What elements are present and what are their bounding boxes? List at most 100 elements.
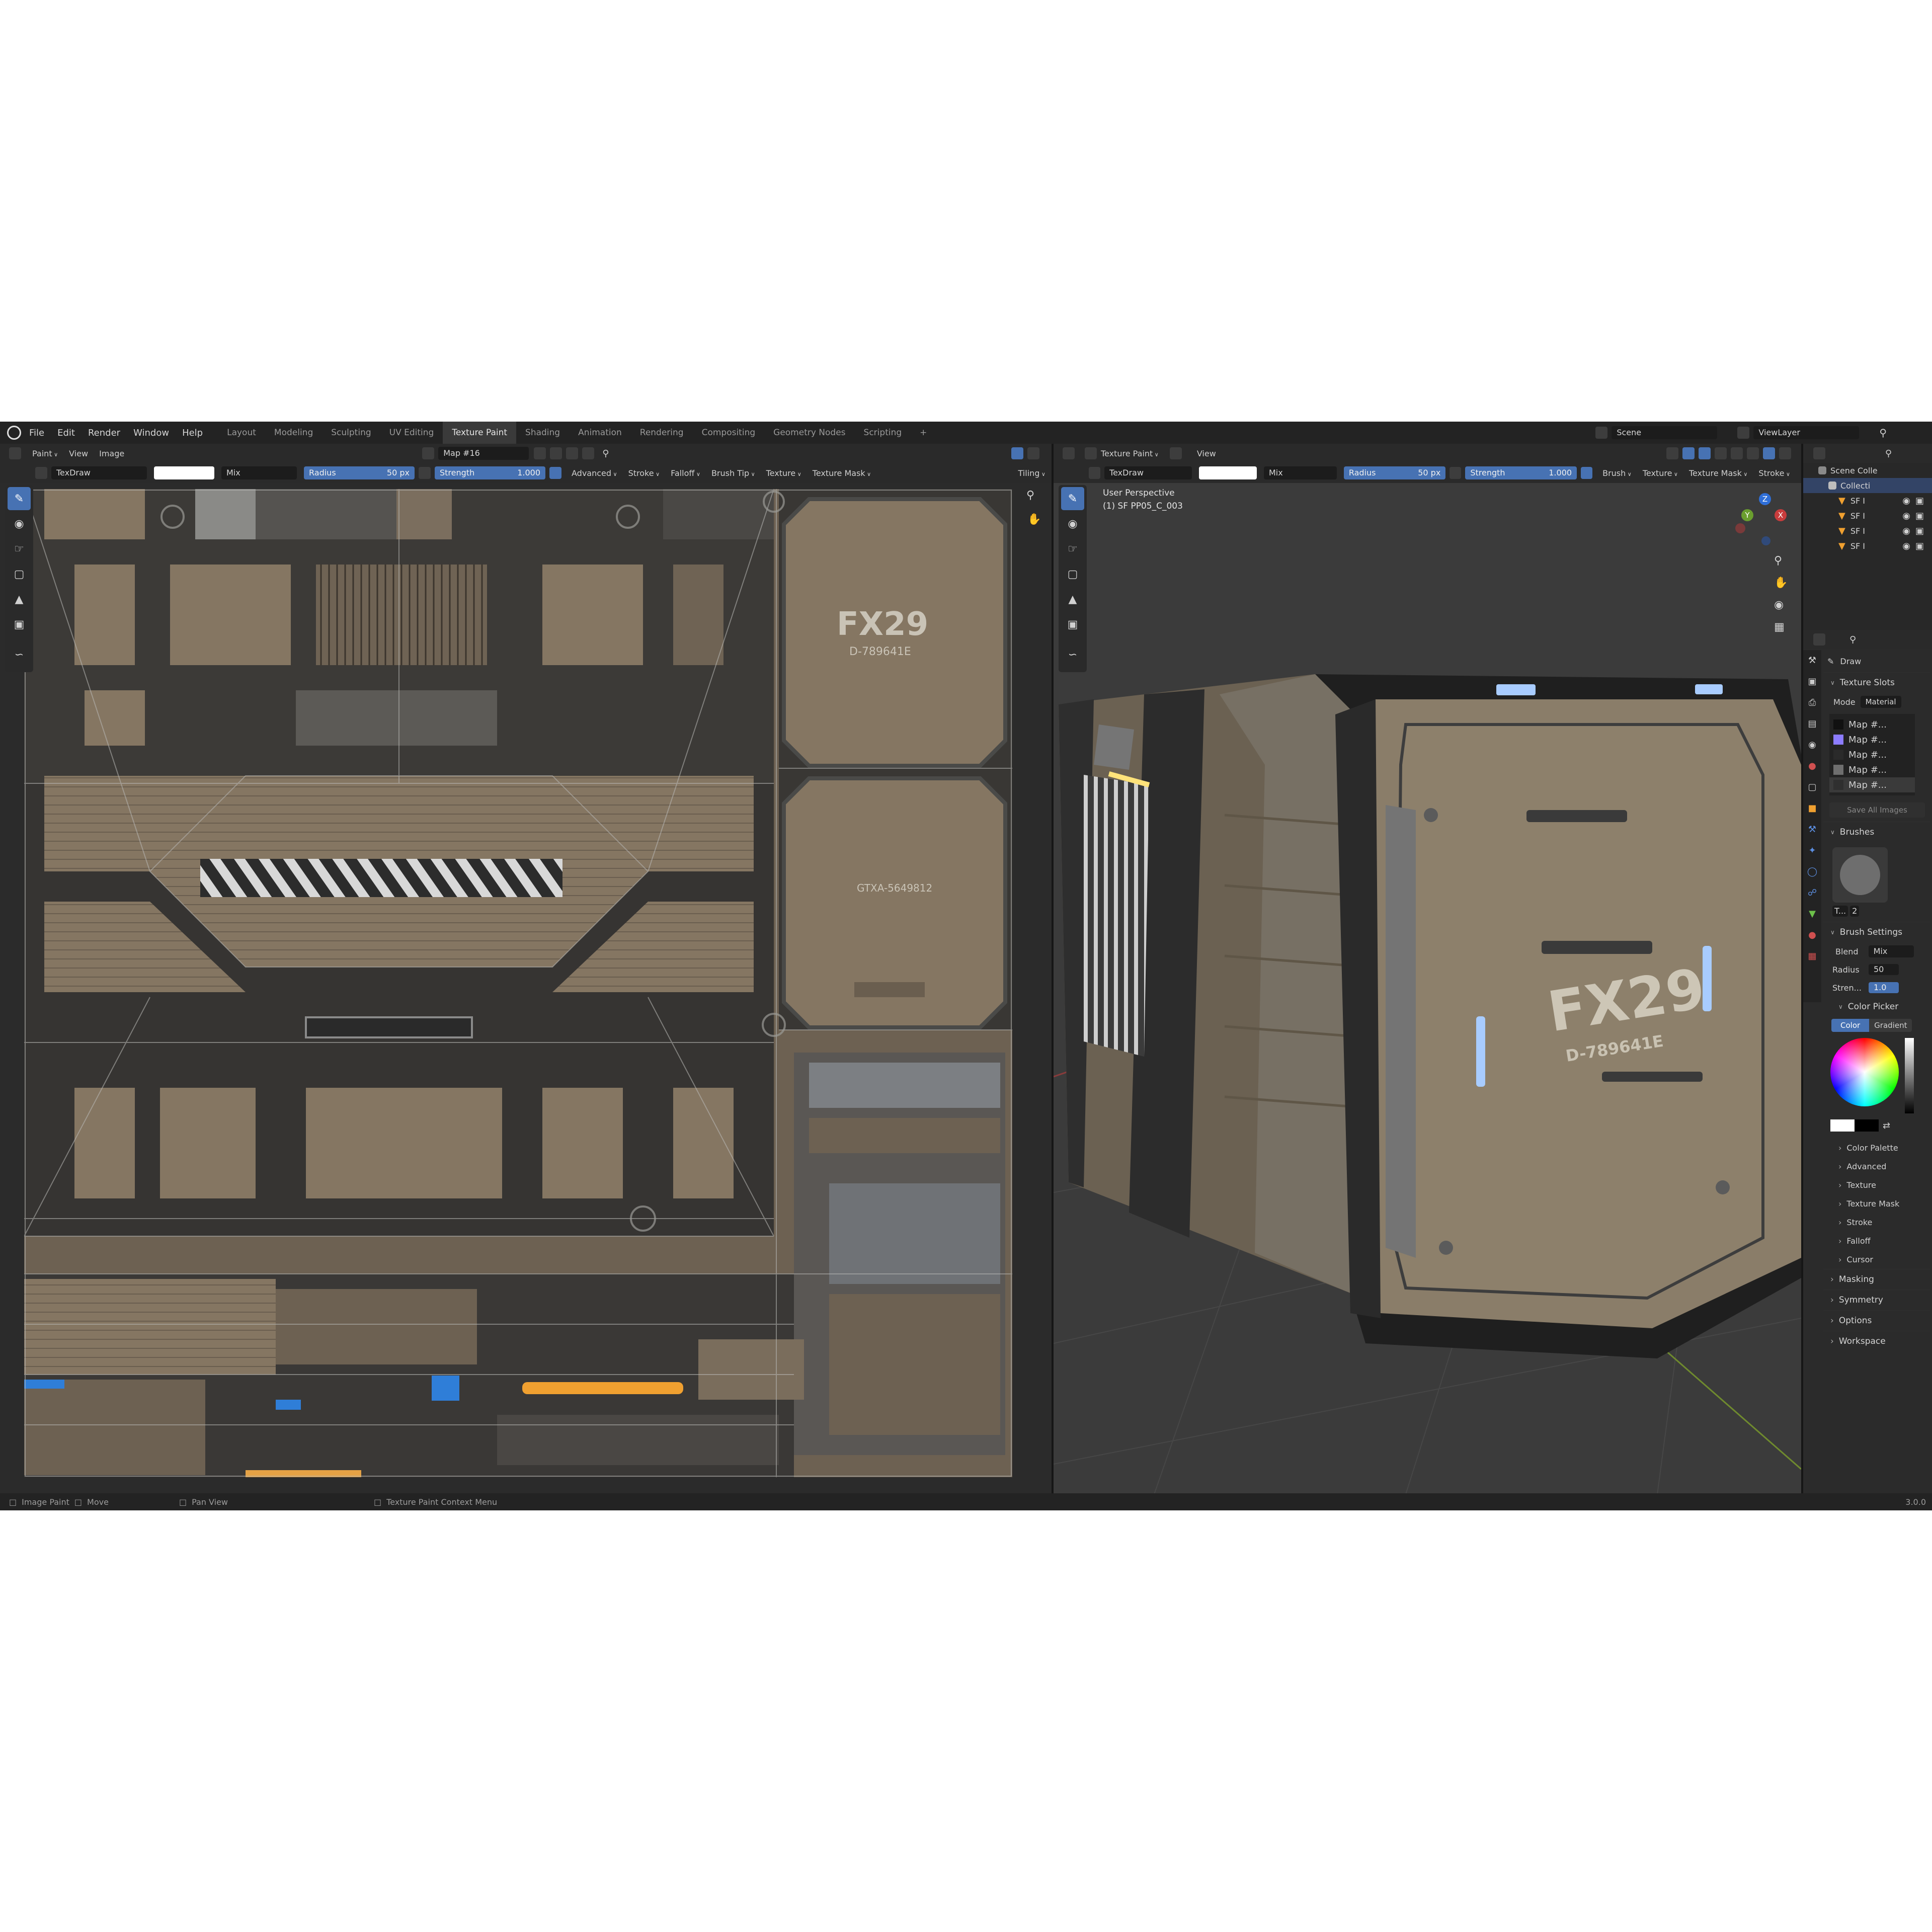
solid-shading-icon[interactable] bbox=[1747, 447, 1759, 459]
outliner-search-icon[interactable]: ⚲ bbox=[1885, 448, 1892, 459]
radius-slider[interactable]: Radius 50 px bbox=[304, 466, 415, 479]
view-layer-icon[interactable] bbox=[1737, 427, 1750, 439]
viewport-brush-color-swatch[interactable] bbox=[1198, 466, 1257, 479]
radius-prop-field[interactable]: 50 bbox=[1869, 964, 1899, 975]
vp-smear-tool-button[interactable]: ☞ bbox=[1061, 537, 1084, 560]
search-icon[interactable]: ⚲ bbox=[1879, 427, 1887, 439]
render-tab-icon[interactable]: ▣ bbox=[1803, 671, 1821, 692]
falloff-subpanel[interactable]: Falloff bbox=[1823, 1232, 1930, 1250]
brush-name-field[interactable]: TexDraw bbox=[51, 466, 147, 479]
workspace-panel[interactable]: Workspace bbox=[1823, 1331, 1930, 1351]
tab-modeling[interactable]: Modeling bbox=[265, 422, 322, 444]
texture-slot-item[interactable]: Map #... bbox=[1829, 747, 1915, 762]
value-slider[interactable] bbox=[1905, 1038, 1914, 1113]
viewport-strength-slider[interactable]: Strength 1.000 bbox=[1465, 466, 1577, 479]
perspective-toggle-icon[interactable]: ▦ bbox=[1774, 621, 1785, 633]
scene-tab-icon[interactable]: ◉ bbox=[1803, 735, 1821, 756]
clone-tool-button[interactable]: ▢ bbox=[8, 562, 31, 586]
camera-icon[interactable]: ▣ bbox=[1915, 496, 1924, 506]
vp-fill-tool-button[interactable]: ▲ bbox=[1061, 588, 1084, 611]
image-name-field[interactable]: Map #16 bbox=[438, 447, 529, 460]
tab-shading[interactable]: Shading bbox=[516, 422, 569, 444]
brushes-panel[interactable]: Brushes bbox=[1823, 822, 1930, 842]
masking-panel[interactable]: Masking bbox=[1823, 1269, 1930, 1290]
eye-icon[interactable]: ◉ bbox=[1902, 496, 1910, 506]
gizmo-neg-x-axis[interactable] bbox=[1735, 523, 1745, 533]
viewport-radius-slider[interactable]: Radius 50 px bbox=[1343, 466, 1446, 479]
visibility-icon[interactable] bbox=[1666, 447, 1678, 459]
mask-tool-button[interactable]: ▣ bbox=[8, 613, 31, 636]
texture-mask-popover[interactable]: Texture Mask bbox=[813, 468, 871, 478]
menu-render[interactable]: Render bbox=[88, 428, 120, 438]
brush-user-count[interactable]: 2 bbox=[1850, 906, 1860, 917]
properties-search-icon[interactable]: ⚲ bbox=[1849, 634, 1856, 645]
options-panel[interactable]: Options bbox=[1823, 1310, 1930, 1331]
draw-tool-button[interactable]: ✎ bbox=[8, 487, 31, 510]
viewport-strength-pressure-icon[interactable] bbox=[1581, 467, 1593, 479]
falloff-popover[interactable]: Falloff bbox=[671, 468, 700, 478]
wireframe-shading-icon[interactable] bbox=[1731, 447, 1743, 459]
paint-mask-icon[interactable] bbox=[1169, 447, 1182, 459]
viewport-stroke-popover[interactable]: Stroke bbox=[1758, 468, 1790, 478]
texture-popover[interactable]: Texture bbox=[766, 468, 801, 478]
outliner-collection-row[interactable]: Collecti bbox=[1803, 478, 1932, 493]
viewport-overlay-icon[interactable] bbox=[1699, 447, 1711, 459]
outliner-editor-type-icon[interactable] bbox=[1813, 447, 1825, 459]
color-picker-panel[interactable]: Color Picker bbox=[1823, 997, 1930, 1017]
open-image-icon[interactable] bbox=[566, 447, 579, 459]
blend-dropdown[interactable]: Mix bbox=[1868, 945, 1914, 957]
material-tab-icon[interactable]: ● bbox=[1803, 925, 1821, 946]
annotate-tool-button[interactable]: ∽ bbox=[8, 643, 31, 666]
brush-color-swatch[interactable] bbox=[154, 466, 214, 479]
blender-logo-icon[interactable] bbox=[7, 426, 21, 440]
eye-icon[interactable]: ◉ bbox=[1902, 526, 1910, 536]
menu-file[interactable]: File bbox=[29, 428, 44, 438]
menu-help[interactable]: Help bbox=[182, 428, 203, 438]
view-layer-tab-icon[interactable]: ▤ bbox=[1803, 713, 1821, 735]
tool-tab-icon[interactable]: ⚒ bbox=[1803, 650, 1821, 671]
gizmo-x-axis[interactable]: X bbox=[1775, 509, 1787, 521]
properties-editor-type-icon[interactable] bbox=[1813, 633, 1825, 646]
brush-tip-popover[interactable]: Brush Tip bbox=[711, 468, 755, 478]
tab-animation[interactable]: Animation bbox=[569, 422, 631, 444]
menu-image[interactable]: Image bbox=[99, 449, 124, 458]
gradient-mode-tab[interactable]: Gradient bbox=[1869, 1019, 1912, 1032]
soften-tool-button[interactable]: ◉ bbox=[8, 512, 31, 535]
viewport-zoom-icon[interactable]: ⚲ bbox=[1774, 554, 1782, 567]
texture-slot-item[interactable]: Map #... bbox=[1829, 717, 1915, 732]
scene-icon[interactable] bbox=[1595, 427, 1608, 439]
overlay-toggle-icon[interactable] bbox=[1027, 447, 1039, 459]
brush-settings-panel[interactable]: Brush Settings bbox=[1823, 922, 1930, 942]
viewport-pan-icon[interactable]: ✋ bbox=[1774, 577, 1788, 589]
strength-pressure-icon[interactable] bbox=[549, 467, 561, 479]
vp-annotate-tool-button[interactable]: ∽ bbox=[1061, 643, 1084, 666]
uv-texture-image[interactable]: FX29 D-789641E GTXA-5649812 bbox=[24, 489, 1012, 1477]
viewport-blend-dropdown[interactable]: Mix bbox=[1263, 466, 1337, 479]
particles-tab-icon[interactable]: ✦ bbox=[1803, 840, 1821, 861]
texture-paint-mode-dropdown[interactable]: Texture Paint bbox=[1101, 449, 1159, 458]
vp-soften-tool-button[interactable]: ◉ bbox=[1061, 512, 1084, 535]
brush-preview[interactable] bbox=[1832, 847, 1888, 903]
texture-mask-subpanel[interactable]: Texture Mask bbox=[1823, 1194, 1930, 1213]
pin-icon[interactable]: ⚲ bbox=[602, 448, 609, 459]
add-workspace-button[interactable]: + bbox=[911, 422, 936, 444]
texture-slot-item[interactable]: Map #... bbox=[1829, 762, 1915, 777]
cursor-subpanel[interactable]: Cursor bbox=[1823, 1250, 1930, 1269]
outliner-item[interactable]: ▼ SF I ◉ ▣ bbox=[1803, 538, 1932, 553]
object-tab-icon[interactable]: ■ bbox=[1803, 798, 1821, 819]
tab-sculpting[interactable]: Sculpting bbox=[322, 422, 380, 444]
collection-tab-icon[interactable]: ▢ bbox=[1803, 777, 1821, 798]
editor-type-icon[interactable] bbox=[9, 447, 21, 459]
smear-tool-button[interactable]: ☞ bbox=[8, 537, 31, 560]
outliner-item[interactable]: ▼ SF I ◉ ▣ bbox=[1803, 508, 1932, 523]
gizmo-toggle-icon[interactable] bbox=[1011, 447, 1023, 459]
pan-hand-icon[interactable]: ✋ bbox=[1027, 513, 1041, 526]
xray-icon[interactable] bbox=[1715, 447, 1727, 459]
primary-color-swatch[interactable] bbox=[1830, 1119, 1855, 1132]
viewport-texture-popover[interactable]: Texture bbox=[1643, 468, 1678, 478]
physics-tab-icon[interactable]: ◯ bbox=[1803, 861, 1821, 882]
texture-slots-panel[interactable]: Texture Slots bbox=[1823, 672, 1930, 693]
outliner-item[interactable]: ▼ SF I ◉ ▣ bbox=[1803, 523, 1932, 538]
gizmo-neg-z-axis[interactable] bbox=[1761, 536, 1770, 545]
eye-icon[interactable]: ◉ bbox=[1902, 511, 1910, 521]
